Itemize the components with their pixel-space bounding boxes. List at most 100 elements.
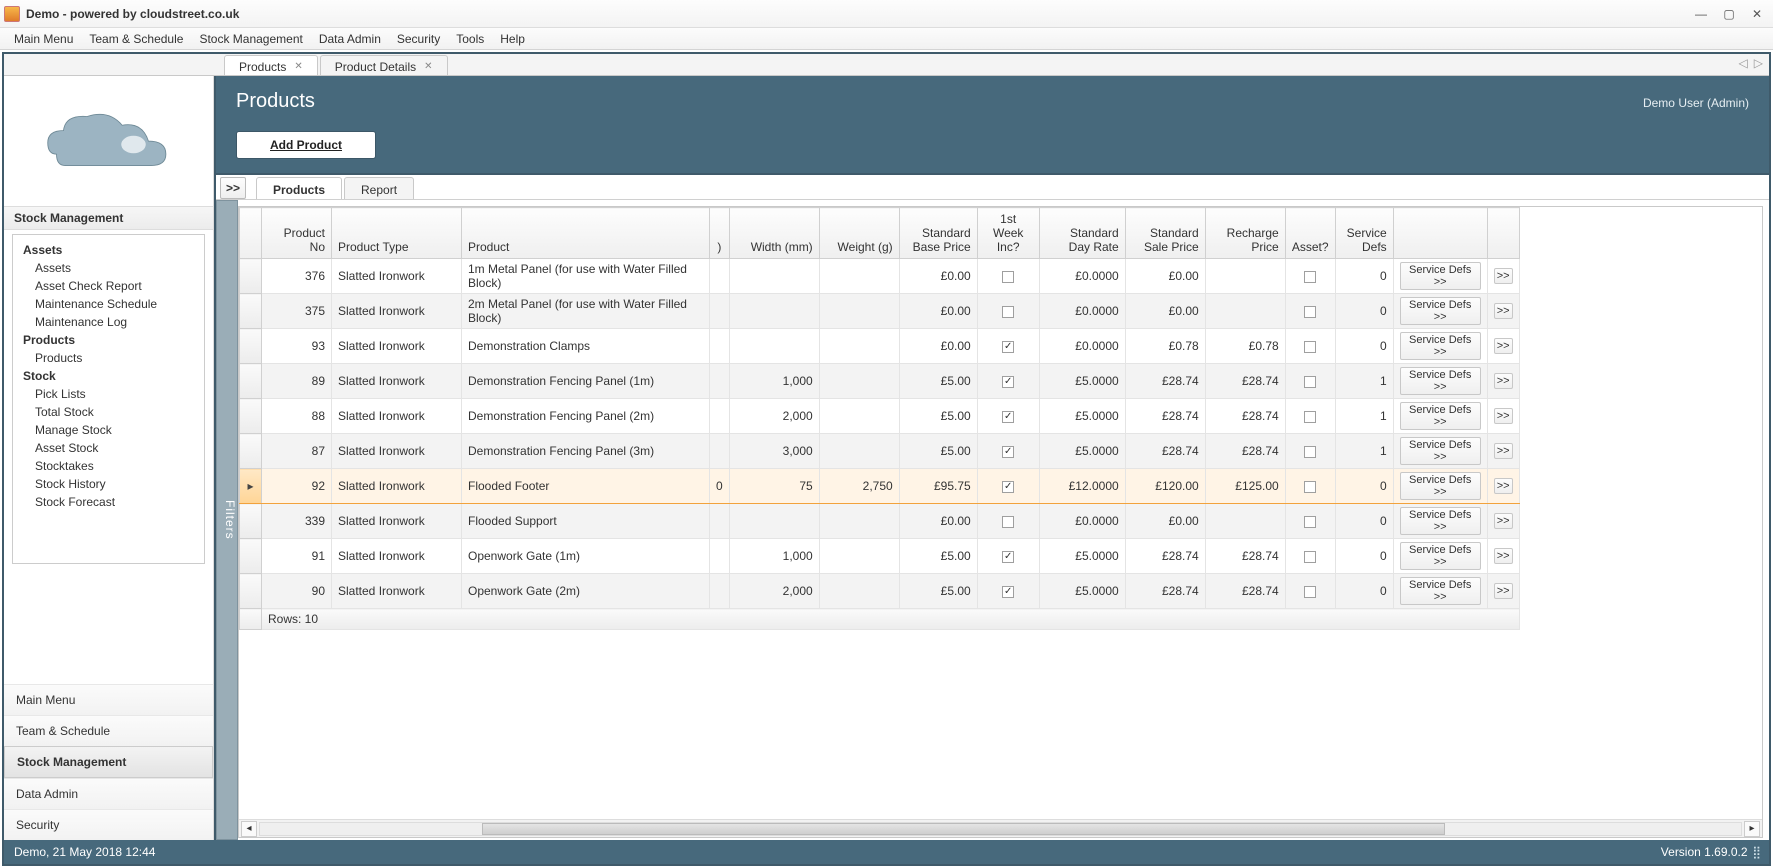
col-asset-[interactable]: Asset? — [1285, 208, 1335, 259]
sidebar-item-manage-stock[interactable]: Manage Stock — [23, 421, 200, 439]
row-handle[interactable] — [240, 574, 262, 609]
tab-close-icon[interactable]: ✕ — [294, 61, 302, 72]
tab-close-icon[interactable]: ✕ — [424, 61, 432, 72]
nav-data-admin[interactable]: Data Admin — [4, 778, 213, 809]
checkbox-asset[interactable] — [1304, 411, 1316, 423]
filters-rail[interactable]: Filters — [216, 200, 238, 840]
row-handle[interactable] — [240, 504, 262, 539]
checkbox-asset[interactable] — [1304, 446, 1316, 458]
col-1st-week-inc-[interactable]: 1st WeekInc? — [977, 208, 1039, 259]
menu-security[interactable]: Security — [389, 30, 448, 48]
table-row[interactable]: 91Slatted IronworkOpenwork Gate (1m)1,00… — [240, 539, 1520, 574]
sidebar-item-total-stock[interactable]: Total Stock — [23, 403, 200, 421]
tab-product-details[interactable]: Product Details✕ — [320, 55, 448, 75]
menu-help[interactable]: Help — [492, 30, 533, 48]
scroll-right-icon[interactable]: ▸ — [1744, 821, 1760, 837]
nav-main-menu[interactable]: Main Menu — [4, 684, 213, 715]
checkbox-asset[interactable] — [1304, 516, 1316, 528]
tabs-prev-icon[interactable]: ◁ — [1739, 56, 1748, 70]
sidebar-item-stock-history[interactable]: Stock History — [23, 475, 200, 493]
col-standard-day-rate[interactable]: StandardDay Rate — [1039, 208, 1125, 259]
checkbox-asset[interactable] — [1304, 376, 1316, 388]
row-handle[interactable] — [240, 294, 262, 329]
service-defs-button[interactable]: Service Defs >> — [1400, 472, 1481, 500]
col--[interactable]: ) — [710, 208, 730, 259]
checkbox-asset[interactable] — [1304, 271, 1316, 283]
sidebar-item-asset-check-report[interactable]: Asset Check Report — [23, 277, 200, 295]
menu-stock-management[interactable]: Stock Management — [191, 30, 310, 48]
service-defs-button[interactable]: Service Defs >> — [1400, 332, 1481, 360]
col-width-mm-[interactable]: Width (mm) — [729, 208, 819, 259]
checkbox-1st-week-inc[interactable] — [1002, 551, 1014, 563]
checkbox-asset[interactable] — [1304, 586, 1316, 598]
table-row[interactable]: 376Slatted Ironwork1m Metal Panel (for u… — [240, 259, 1520, 294]
row-handle[interactable] — [240, 329, 262, 364]
row-more-button[interactable]: >> — [1494, 303, 1513, 319]
checkbox-asset[interactable] — [1304, 306, 1316, 318]
subtab-report[interactable]: Report — [344, 177, 414, 199]
row-handle[interactable] — [240, 399, 262, 434]
col-extra[interactable] — [1487, 208, 1519, 259]
row-more-button[interactable]: >> — [1494, 408, 1513, 424]
maximize-button[interactable]: ▢ — [1717, 5, 1741, 23]
table-row[interactable]: 339Slatted IronworkFlooded Support£0.00£… — [240, 504, 1520, 539]
row-more-button[interactable]: >> — [1494, 513, 1513, 529]
tab-products[interactable]: Products✕ — [224, 55, 318, 75]
checkbox-1st-week-inc[interactable] — [1002, 306, 1014, 318]
col-service-defs[interactable]: ServiceDefs — [1335, 208, 1393, 259]
menu-tools[interactable]: Tools — [448, 30, 492, 48]
sidebar-item-products[interactable]: Products — [23, 349, 200, 367]
row-more-button[interactable]: >> — [1494, 583, 1513, 599]
table-row[interactable]: 89Slatted IronworkDemonstration Fencing … — [240, 364, 1520, 399]
service-defs-button[interactable]: Service Defs >> — [1400, 577, 1481, 605]
checkbox-1st-week-inc[interactable] — [1002, 376, 1014, 388]
checkbox-1st-week-inc[interactable] — [1002, 446, 1014, 458]
table-row[interactable]: 93Slatted IronworkDemonstration Clamps£0… — [240, 329, 1520, 364]
row-more-button[interactable]: >> — [1494, 548, 1513, 564]
service-defs-button[interactable]: Service Defs >> — [1400, 542, 1481, 570]
resize-grip-icon[interactable]: ⣿ — [1751, 845, 1759, 859]
close-button[interactable]: ✕ — [1745, 5, 1769, 23]
scroll-left-icon[interactable]: ◂ — [241, 821, 257, 837]
service-defs-button[interactable]: Service Defs >> — [1400, 367, 1481, 395]
row-handle[interactable] — [240, 259, 262, 294]
checkbox-1st-week-inc[interactable] — [1002, 586, 1014, 598]
col-recharge-price[interactable]: RechargePrice — [1205, 208, 1285, 259]
col-extra[interactable] — [1393, 208, 1487, 259]
checkbox-asset[interactable] — [1304, 551, 1316, 563]
table-row[interactable]: 87Slatted IronworkDemonstration Fencing … — [240, 434, 1520, 469]
row-handle[interactable] — [240, 434, 262, 469]
sidebar-item-stocktakes[interactable]: Stocktakes — [23, 457, 200, 475]
table-row[interactable]: 88Slatted IronworkDemonstration Fencing … — [240, 399, 1520, 434]
row-more-button[interactable]: >> — [1494, 338, 1513, 354]
menu-team-schedule[interactable]: Team & Schedule — [81, 30, 191, 48]
tabs-next-icon[interactable]: ▷ — [1754, 56, 1763, 70]
sidebar-item-asset-stock[interactable]: Asset Stock — [23, 439, 200, 457]
row-more-button[interactable]: >> — [1494, 443, 1513, 459]
table-row[interactable]: 375Slatted Ironwork2m Metal Panel (for u… — [240, 294, 1520, 329]
minimize-button[interactable]: — — [1689, 5, 1713, 23]
row-handle[interactable] — [240, 364, 262, 399]
row-more-button[interactable]: >> — [1494, 373, 1513, 389]
row-more-button[interactable]: >> — [1494, 478, 1513, 494]
col-product-no[interactable]: ProductNo — [262, 208, 332, 259]
menu-main-menu[interactable]: Main Menu — [6, 30, 81, 48]
expand-filters-button[interactable]: >> — [220, 177, 246, 199]
sidebar-category-products[interactable]: Products — [23, 331, 200, 349]
checkbox-1st-week-inc[interactable] — [1002, 341, 1014, 353]
menu-data-admin[interactable]: Data Admin — [311, 30, 389, 48]
table-row[interactable]: 90Slatted IronworkOpenwork Gate (2m)2,00… — [240, 574, 1520, 609]
sidebar-item-maintenance-log[interactable]: Maintenance Log — [23, 313, 200, 331]
col-weight-g-[interactable]: Weight (g) — [819, 208, 899, 259]
sidebar-item-assets[interactable]: Assets — [23, 259, 200, 277]
sidebar-item-maintenance-schedule[interactable]: Maintenance Schedule — [23, 295, 200, 313]
service-defs-button[interactable]: Service Defs >> — [1400, 437, 1481, 465]
service-defs-button[interactable]: Service Defs >> — [1400, 297, 1481, 325]
service-defs-button[interactable]: Service Defs >> — [1400, 402, 1481, 430]
nav-security[interactable]: Security — [4, 809, 213, 840]
subtab-products[interactable]: Products — [256, 177, 342, 199]
checkbox-asset[interactable] — [1304, 481, 1316, 493]
checkbox-1st-week-inc[interactable] — [1002, 516, 1014, 528]
nav-stock-management[interactable]: Stock Management — [4, 746, 213, 778]
row-handle[interactable] — [240, 539, 262, 574]
